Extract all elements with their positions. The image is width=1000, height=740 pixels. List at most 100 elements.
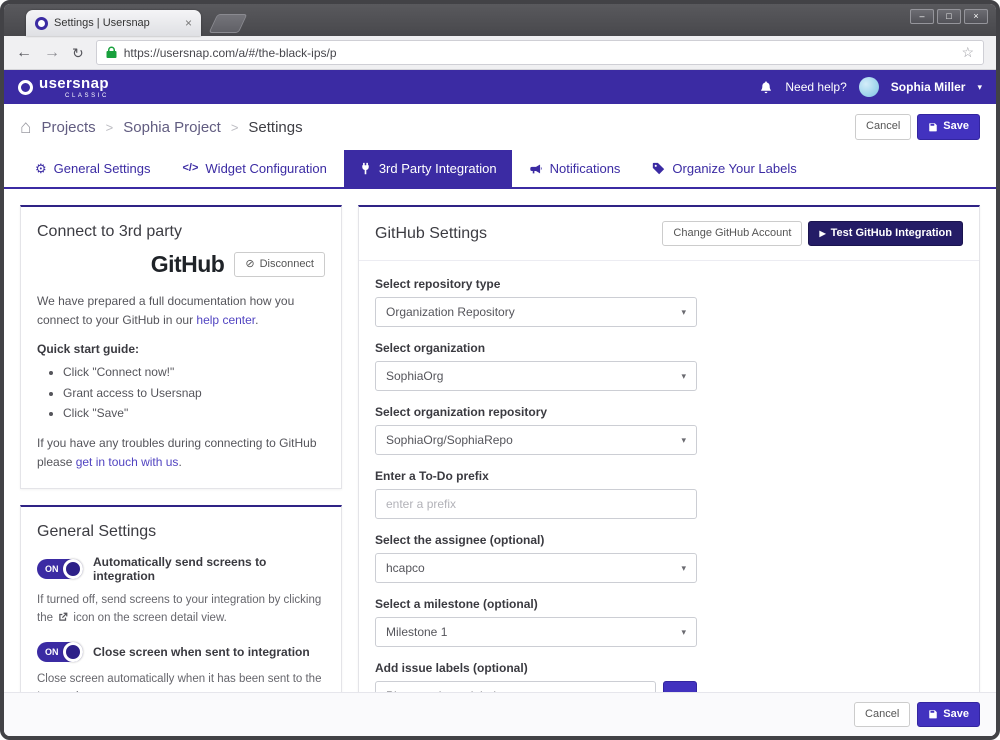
breadcrumb-actions: Cancel Save	[855, 114, 980, 140]
auto-send-toggle[interactable]: ON	[37, 558, 83, 579]
forward-icon[interactable]: →	[44, 44, 60, 61]
browser-tab-title: Settings | Usersnap	[54, 17, 150, 29]
list-item: Click "Connect now!"	[63, 362, 325, 382]
usersnap-logo-icon	[18, 79, 33, 95]
select-value: SophiaOrg/SophiaRepo	[386, 433, 513, 448]
todo-prefix-input[interactable]	[375, 489, 697, 520]
new-tab-button[interactable]	[208, 14, 248, 33]
address-bar[interactable]: https://usersnap.com/a/#/the-black-ips/p…	[95, 40, 984, 65]
field-label-milestone: Select a milestone (optional)	[375, 597, 538, 612]
tab-label: General Settings	[53, 161, 151, 176]
need-help-link[interactable]: Need help?	[785, 80, 846, 94]
plug-icon	[359, 162, 372, 175]
lock-icon	[106, 46, 117, 59]
tags-icon	[652, 162, 665, 175]
header-right: Need help? Sophia Miller ▾	[759, 77, 982, 97]
change-github-account-button[interactable]: Change GitHub Account	[662, 221, 803, 247]
troubles-text-end: .	[178, 454, 182, 469]
issue-label-select[interactable]: Please select a label ▾	[375, 681, 656, 692]
troubles-text: If you have any troubles during connecti…	[37, 434, 325, 472]
test-github-integration-button[interactable]: ▶ Test GitHub Integration	[808, 221, 963, 247]
refresh-icon[interactable]: ↻	[72, 46, 84, 60]
desc-text-end: icon on the screen detail view.	[70, 612, 227, 625]
organization-select[interactable]: SophiaOrg ▾	[375, 361, 697, 392]
select-value: Organization Repository	[386, 305, 515, 320]
disconnect-button[interactable]: ⊘ Disconnect	[234, 251, 325, 278]
quick-start-title: Quick start guide:	[37, 342, 140, 357]
browser-titlebar: Settings | Usersnap × – □ ×	[4, 4, 996, 36]
repository-type-select[interactable]: Organization Repository ▾	[375, 297, 697, 328]
intro-text-end: .	[255, 313, 259, 328]
chevron-down-icon: ▾	[681, 370, 686, 381]
add-label-button[interactable]: +	[663, 681, 697, 692]
footer-save-button[interactable]: Save	[917, 701, 980, 727]
connect-card-title: Connect to 3rd party	[37, 223, 182, 240]
field-label-organization-repository: Select organization repository	[375, 405, 548, 420]
help-center-link[interactable]: help center	[196, 313, 255, 327]
assignee-select[interactable]: hcapco ▾	[375, 553, 697, 584]
chevron-down-icon: ▾	[681, 434, 686, 445]
connect-card: Connect to 3rd party GitHub ⊘ Disconnect…	[20, 205, 342, 489]
general-settings-title: General Settings	[37, 522, 157, 540]
select-value: hcapco	[386, 561, 425, 576]
toggle-state-label: ON	[45, 563, 59, 574]
window-controls: – □ ×	[910, 9, 988, 24]
breadcrumb-projects[interactable]: Projects	[41, 119, 95, 136]
breadcrumb-separator: >	[105, 119, 114, 135]
breadcrumb-project-name[interactable]: Sophia Project	[123, 119, 221, 136]
main-content: Connect to 3rd party GitHub ⊘ Disconnect…	[4, 189, 996, 692]
save-button[interactable]: Save	[917, 114, 980, 140]
field-label-issue-labels: Add issue labels (optional)	[375, 661, 528, 676]
save-button-label: Save	[943, 120, 969, 133]
toggle-knob	[63, 641, 83, 662]
chevron-down-icon: ▾	[681, 306, 686, 317]
back-icon[interactable]: ←	[16, 44, 32, 61]
footer-cancel-button[interactable]: Cancel	[854, 701, 911, 727]
maximize-button[interactable]: □	[937, 9, 961, 24]
test-button-label: Test GitHub Integration	[830, 227, 952, 239]
app-header: usersnap CLASSIC Need help? Sophia Mille…	[4, 70, 996, 104]
close-screen-description: Close screen automatically when it has b…	[37, 672, 322, 692]
general-settings-card: General Settings ON Automatically send s…	[20, 504, 342, 692]
cancel-button[interactable]: Cancel	[855, 114, 912, 140]
left-column: Connect to 3rd party GitHub ⊘ Disconnect…	[20, 205, 342, 692]
close-screen-toggle[interactable]: ON	[37, 641, 83, 662]
tab-general-settings[interactable]: ⚙ General Settings	[20, 150, 166, 187]
connect-intro: We have prepared a full documentation ho…	[37, 292, 325, 330]
select-value: SophiaOrg	[386, 369, 444, 384]
minimize-button[interactable]: –	[910, 9, 934, 24]
github-settings-card: GitHub Settings Change GitHub Account ▶ …	[358, 205, 980, 692]
close-screen-label: Close screen when sent to integration	[93, 644, 310, 659]
usersnap-favicon	[35, 16, 48, 30]
organization-repository-select[interactable]: SophiaOrg/SophiaRepo ▾	[375, 425, 697, 456]
tab-label: Organize Your Labels	[672, 161, 797, 176]
toggle-knob	[63, 558, 83, 579]
disconnect-button-label: Disconnect	[259, 257, 314, 270]
browser-tab[interactable]: Settings | Usersnap ×	[26, 10, 201, 36]
github-wordmark: GitHub	[150, 251, 225, 277]
tab-organize-your-labels[interactable]: Organize Your Labels	[637, 150, 811, 187]
github-settings-form: Select repository type Organization Repo…	[359, 261, 979, 692]
github-settings-header: GitHub Settings Change GitHub Account ▶ …	[359, 207, 979, 262]
tab-widget-configuration[interactable]: </> Widget Configuration	[168, 150, 342, 187]
play-icon: ▶	[819, 228, 826, 238]
bookmark-star-icon[interactable]: ☆	[961, 44, 974, 61]
usersnap-logo[interactable]: usersnap CLASSIC	[18, 76, 109, 99]
tab-label: Notifications	[549, 161, 621, 176]
user-menu[interactable]: Sophia Miller	[891, 80, 966, 94]
tab-3rd-party-integration[interactable]: 3rd Party Integration	[343, 150, 512, 187]
home-icon[interactable]: ⌂	[20, 118, 31, 137]
bell-icon[interactable]	[759, 80, 773, 94]
chevron-down-icon: ▾	[681, 562, 686, 573]
close-window-button[interactable]: ×	[964, 9, 988, 24]
tab-notifications[interactable]: Notifications	[514, 150, 636, 187]
external-link-icon	[58, 612, 68, 622]
milestone-select[interactable]: Milestone 1 ▾	[375, 617, 697, 648]
tab-label: Widget Configuration	[205, 161, 327, 176]
auto-send-label: Automatically send screens to integratio…	[93, 554, 267, 583]
code-icon: </>	[182, 162, 199, 174]
url-text: https://usersnap.com/a/#/the-black-ips/p	[123, 45, 337, 60]
get-in-touch-link[interactable]: get in touch with us	[76, 455, 179, 469]
footer-actions: Cancel Save	[4, 691, 996, 736]
close-tab-icon[interactable]: ×	[185, 17, 192, 29]
